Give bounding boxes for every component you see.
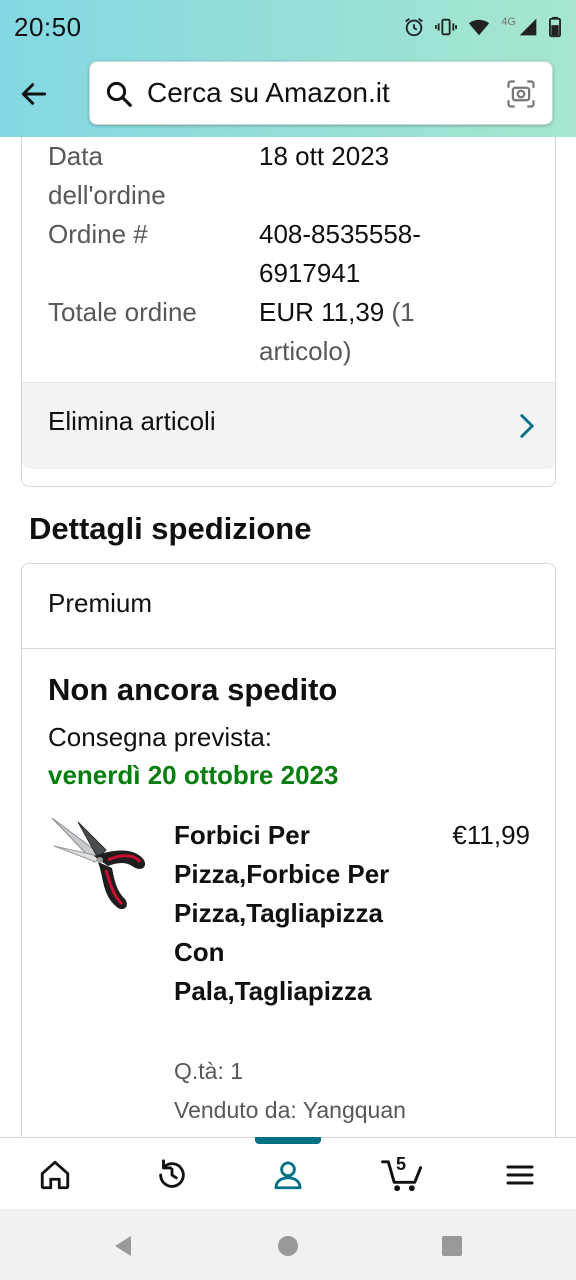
delivery-label: Consegna prevista:: [48, 722, 273, 752]
product-price: €11,99: [452, 820, 530, 850]
system-home-button[interactable]: [273, 1231, 303, 1261]
delete-items-label: Elimina articoli: [48, 406, 216, 436]
square-recents-icon: [442, 1236, 462, 1256]
menu-icon: [506, 1165, 534, 1185]
nav-history[interactable]: [142, 1150, 202, 1200]
system-navigation-bar: [0, 1209, 576, 1280]
search-placeholder: Cerca su Amazon.it: [147, 77, 390, 108]
status-bar: 20:50 4G: [0, 0, 576, 56]
order-summary-card: Data dell'ordine 18 ott 2023 Ordine # 40…: [21, 137, 556, 487]
alarm-icon: [405, 18, 424, 37]
signal-icon: [519, 18, 537, 36]
delete-items-row[interactable]: Elimina articoli: [22, 382, 555, 469]
vibrate-icon: [435, 18, 458, 36]
shipment-status: Non ancora spedito: [48, 672, 338, 707]
camera-search-icon[interactable]: [506, 79, 536, 109]
status-time: 20:50: [14, 12, 82, 42]
circle-home-icon: [278, 1236, 298, 1256]
order-total-amount: EUR 11,39: [259, 297, 385, 327]
nav-menu[interactable]: [490, 1150, 550, 1200]
search-icon: [106, 81, 132, 107]
system-back-button[interactable]: [108, 1231, 138, 1261]
delivery-date: venerdì 20 ottobre 2023: [48, 760, 339, 790]
status-icons: 4G: [403, 14, 562, 40]
product-quantity: Q.tà: 1: [174, 1058, 244, 1084]
history-icon: [159, 1159, 185, 1188]
app-header: 20:50 4G Cerca su Amazon.it: [0, 0, 576, 137]
account-icon: [274, 1161, 302, 1190]
divider: [22, 648, 555, 649]
nav-account[interactable]: [258, 1150, 318, 1200]
nav-cart[interactable]: 5: [373, 1150, 433, 1200]
order-date-value: 18 ott 2023: [259, 141, 390, 171]
chevron-right-icon: [520, 414, 534, 438]
bottom-navigation: 5: [0, 1137, 576, 1209]
cart-count-badge: 5: [396, 1154, 407, 1174]
product-seller: Venduto da: Yangquan: [174, 1097, 406, 1123]
order-total-label: Totale ordine: [48, 297, 197, 327]
battery-icon: [549, 16, 561, 38]
order-number-label: Ordine #: [48, 219, 148, 249]
arrow-left-icon: [21, 83, 47, 105]
shipping-service: Premium: [48, 588, 153, 618]
shipping-section-title: Dettagli spedizione: [29, 511, 312, 546]
active-tab-indicator: [255, 1137, 321, 1144]
shipping-card: Premium Non ancora spedito Consegna prev…: [21, 563, 556, 1137]
search-input[interactable]: Cerca su Amazon.it: [89, 61, 553, 125]
product-title[interactable]: Forbici Per Pizza,Forbice Per Pizza,Tagl…: [174, 816, 414, 1011]
order-date-label: Data dell'ordine: [48, 141, 166, 210]
home-icon: [40, 1160, 70, 1190]
wifi-icon: [469, 19, 490, 36]
network-type: 4G: [501, 16, 516, 28]
order-total-value: EUR 11,39 (1 articolo): [259, 293, 459, 371]
back-button[interactable]: [14, 74, 54, 114]
nav-home[interactable]: [25, 1150, 85, 1200]
triangle-back-icon: [115, 1236, 131, 1256]
order-details-content[interactable]: Data dell'ordine 18 ott 2023 Ordine # 40…: [0, 137, 576, 1137]
system-recents-button[interactable]: [437, 1231, 467, 1261]
product-image[interactable]: [48, 816, 148, 916]
order-number-value: 408-8535558-6917941: [259, 219, 421, 288]
